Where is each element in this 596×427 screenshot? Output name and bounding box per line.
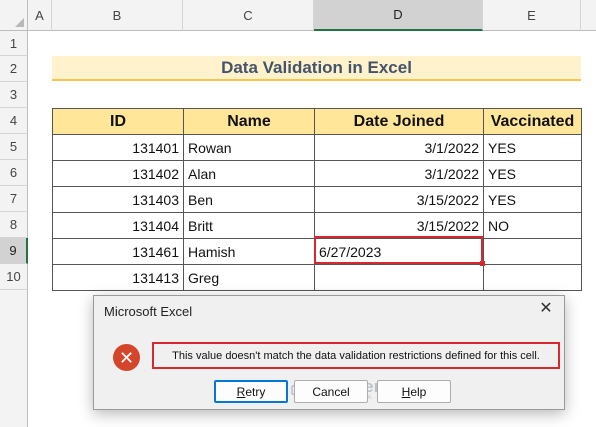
cell-id[interactable]: 131403	[52, 186, 184, 213]
cell-id[interactable]: 131404	[52, 212, 184, 239]
row-header-2[interactable]: 2	[0, 56, 28, 82]
cell-name[interactable]: Rowan	[183, 134, 315, 161]
row-header-11[interactable]	[0, 290, 28, 427]
cell-name[interactable]: Ben	[183, 186, 315, 213]
cell-date[interactable]: 3/15/2022	[314, 212, 484, 239]
header-date-joined[interactable]: Date Joined	[314, 108, 484, 135]
row-header-5[interactable]: 5	[0, 134, 28, 160]
row-header-8[interactable]: 8	[0, 212, 28, 238]
cell-id[interactable]: 131413	[52, 264, 184, 291]
cell-name[interactable]: Greg	[183, 264, 315, 291]
select-all-corner[interactable]	[0, 0, 28, 31]
help-button[interactable]: Help	[377, 380, 451, 403]
column-header-b[interactable]: B	[52, 0, 183, 31]
row-header-1[interactable]: 1	[0, 31, 28, 56]
column-header-c[interactable]: C	[183, 0, 314, 31]
help-accelerator: H	[401, 384, 411, 399]
cell-id[interactable]: 131401	[52, 134, 184, 161]
cell-vaccinated[interactable]	[483, 264, 582, 291]
column-header-f[interactable]	[581, 0, 596, 31]
cell-name[interactable]: Britt	[183, 212, 315, 239]
column-header-e[interactable]: E	[483, 0, 581, 31]
table-row: 131401 Rowan 3/1/2022 YES	[52, 134, 582, 161]
cell-vaccinated[interactable]	[483, 238, 582, 265]
cell-name[interactable]: Alan	[183, 160, 315, 187]
header-id[interactable]: ID	[52, 108, 184, 135]
row-header-4[interactable]: 4	[0, 108, 28, 134]
row-header-3[interactable]: 3	[0, 82, 28, 108]
sheet-title[interactable]: Data Validation in Excel	[52, 56, 581, 81]
row-header-6[interactable]: 6	[0, 160, 28, 186]
header-vaccinated[interactable]: Vaccinated	[483, 108, 582, 135]
cell-date[interactable]	[314, 264, 484, 291]
table-row: 131403 Ben 3/15/2022 YES	[52, 186, 582, 213]
row-header-7[interactable]: 7	[0, 186, 28, 212]
column-header-a[interactable]: A	[28, 0, 52, 31]
retry-accelerator: R	[236, 384, 246, 399]
cell-id[interactable]: 131461	[52, 238, 184, 265]
error-icon: ✕	[113, 344, 140, 371]
table-row: 131413 Greg	[52, 264, 582, 291]
cancel-button[interactable]: Cancel	[294, 380, 368, 403]
row-header-9[interactable]: 9	[0, 238, 28, 264]
cell-vaccinated[interactable]: YES	[483, 134, 582, 161]
column-header-d[interactable]: D	[314, 0, 483, 31]
table-row: 131404 Britt 3/15/2022 NO	[52, 212, 582, 239]
cell-vaccinated[interactable]: YES	[483, 186, 582, 213]
cell-vaccinated[interactable]: NO	[483, 212, 582, 239]
cell-date[interactable]: 3/1/2022	[314, 160, 484, 187]
close-icon[interactable]: ✕	[538, 301, 554, 317]
error-dialog: Microsoft Excel ✕ ✕ This value doesn't m…	[93, 295, 565, 410]
cell-date[interactable]: 3/15/2022	[314, 186, 484, 213]
retry-button[interactable]: Retry	[214, 380, 288, 403]
active-cell-highlight	[314, 236, 485, 266]
cell-name[interactable]: Hamish	[183, 238, 315, 265]
cell-vaccinated[interactable]: YES	[483, 160, 582, 187]
table-row: 131402 Alan 3/1/2022 YES	[52, 160, 582, 187]
retry-label: etry	[245, 384, 266, 399]
cell-id[interactable]: 131402	[52, 160, 184, 187]
message-highlight: This value doesn't match the data valida…	[152, 342, 560, 369]
row-header-10[interactable]: 10	[0, 264, 28, 290]
dialog-title: Microsoft Excel	[104, 304, 193, 319]
table-header-row: ID Name Date Joined Vaccinated	[52, 108, 582, 135]
help-label: elp	[410, 384, 427, 399]
cell-date[interactable]: 3/1/2022	[314, 134, 484, 161]
dialog-message: This value doesn't match the data valida…	[172, 349, 540, 362]
header-name[interactable]: Name	[183, 108, 315, 135]
